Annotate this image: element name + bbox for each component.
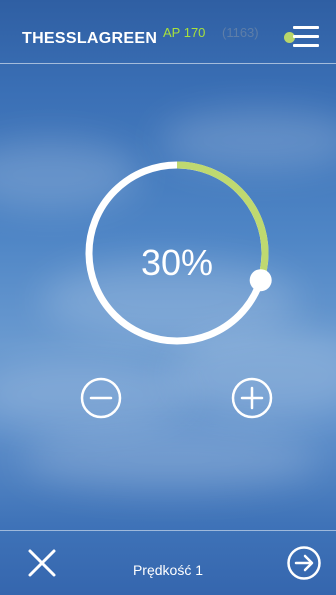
minus-circle-icon bbox=[80, 377, 122, 419]
decrease-button[interactable] bbox=[79, 376, 123, 420]
device-model: AP 170 bbox=[163, 25, 206, 40]
brand-logo: THESSLAGREEN bbox=[22, 30, 158, 47]
bottom-bar: Prędkość 1 bbox=[0, 530, 336, 595]
speed-dial[interactable]: 30% bbox=[82, 158, 272, 348]
device-serial: (1163) bbox=[222, 25, 259, 40]
speed-percent: 30% bbox=[140, 242, 214, 283]
plus-circle-icon bbox=[231, 377, 273, 419]
top-bar: THESSLAGREEN AP 170 (1163) bbox=[0, 0, 336, 64]
increase-button[interactable] bbox=[230, 376, 274, 420]
next-button[interactable] bbox=[286, 545, 322, 581]
app-screen: THESSLAGREEN AP 170 (1163) 30% Prędkość … bbox=[0, 0, 336, 595]
menu-button[interactable] bbox=[293, 26, 319, 48]
arrow-right-circle-icon bbox=[287, 546, 321, 580]
